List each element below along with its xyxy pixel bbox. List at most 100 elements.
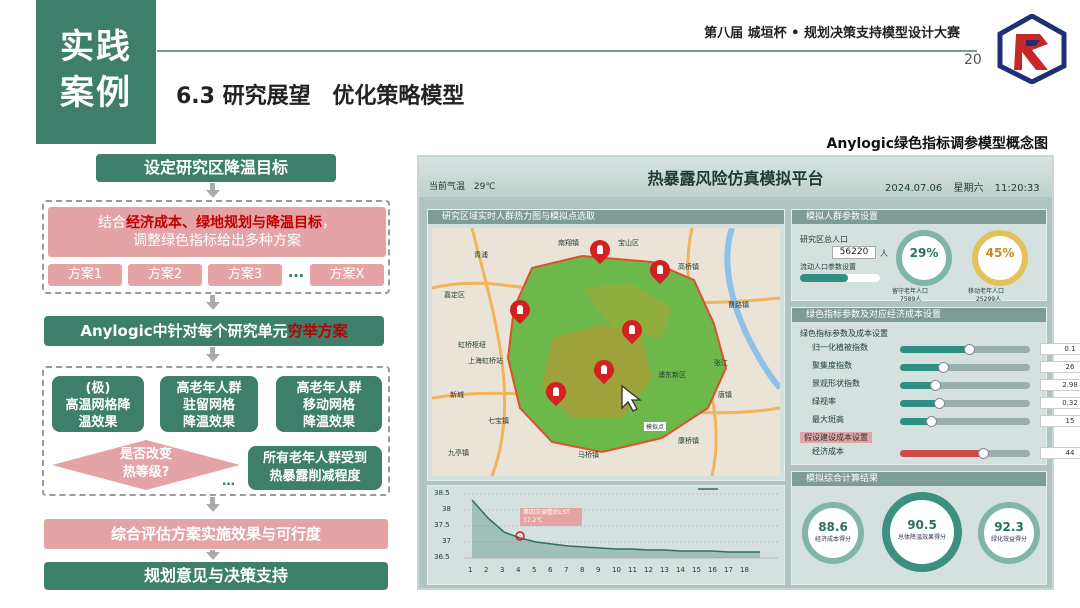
card3-line1: 高老年人群 bbox=[296, 381, 362, 396]
slider-value: 2.98 bbox=[1040, 379, 1080, 391]
slider-knob[interactable] bbox=[930, 380, 941, 391]
slider-track[interactable] bbox=[900, 344, 1030, 355]
y-tick: 36.5 bbox=[434, 553, 450, 561]
step-set-target: 设定研究区降温目标 bbox=[96, 154, 336, 182]
slider-row-max-patch[interactable]: 最大斑高 15 bbox=[812, 414, 1080, 428]
slider-row-ndvi[interactable]: 归一化植被指数 0.1 bbox=[812, 342, 1080, 356]
x-tick: 11 bbox=[628, 566, 637, 574]
temp-value: 29℃ bbox=[473, 182, 496, 192]
stay-elderly-gauge: 29% bbox=[896, 230, 952, 286]
page-title: 6.3 研究展望 优化策略模型 bbox=[176, 78, 464, 110]
x-tick: 2 bbox=[484, 566, 489, 574]
slider-knob[interactable] bbox=[926, 416, 937, 427]
card-move-grid: 高老年人群 移动网格 降温效果 bbox=[276, 376, 382, 432]
slider-row-shape[interactable]: 景观形状指数 2.98 bbox=[812, 378, 1080, 392]
gauge2-value: 45% bbox=[985, 246, 1015, 260]
plan-x: 方案X bbox=[310, 264, 384, 286]
date: 2024.07.06 bbox=[885, 183, 943, 194]
map-label: 高桥镇 bbox=[678, 263, 699, 271]
slider-row-aggregation[interactable]: 聚集度指数 26 bbox=[812, 360, 1080, 374]
slider-fill bbox=[900, 346, 970, 353]
x-tick: 14 bbox=[676, 566, 685, 574]
green-subtitle: 绿色指标参数及成本设置 bbox=[800, 329, 888, 338]
plan-1: 方案1 bbox=[48, 264, 122, 286]
mobile-pop-fill bbox=[800, 274, 848, 282]
slider-track[interactable] bbox=[900, 398, 1030, 409]
cursor-icon bbox=[621, 384, 642, 412]
arrow-head bbox=[206, 552, 220, 560]
gauge2-sub: 25299人 bbox=[976, 296, 1002, 303]
x-tick: 6 bbox=[548, 566, 553, 574]
x-tick: 7 bbox=[564, 566, 569, 574]
slider-knob[interactable] bbox=[978, 448, 989, 459]
cost-subtitle: 假设建设成本设置 bbox=[800, 432, 872, 443]
slider-value: 26 bbox=[1040, 361, 1080, 373]
arrow-head bbox=[206, 504, 220, 512]
card1-line3: 温效果 bbox=[78, 415, 118, 430]
plan-2: 方案2 bbox=[128, 264, 202, 286]
slider-knob[interactable] bbox=[964, 344, 975, 355]
result-label: 总体降温效果得分 bbox=[897, 534, 946, 541]
step2-punct: ， bbox=[322, 215, 336, 231]
result-value: 88.6 bbox=[818, 520, 848, 534]
slider-value: 15 bbox=[1040, 415, 1080, 427]
step-enumerate: Anylogic中针对每个研究单元穷举方案 bbox=[44, 316, 384, 346]
time: 11:20:33 bbox=[994, 183, 1040, 194]
map-label: 青浦 bbox=[474, 251, 488, 259]
slider-row-green-view[interactable]: 绿视率 0.32 bbox=[812, 396, 1080, 410]
slider-row-cost[interactable]: 经济成本 44 bbox=[812, 446, 1080, 460]
extent-line1: 所有老年人群受到 bbox=[262, 451, 367, 466]
gauge1-sub: 7589人 bbox=[900, 296, 922, 303]
step2-highlight: 经济成本、绿地规划与降温目标 bbox=[126, 215, 322, 231]
y-tick: 38.5 bbox=[434, 489, 450, 497]
y-tick: 38 bbox=[442, 505, 451, 513]
result-label: 绿化效益得分 bbox=[990, 536, 1027, 543]
x-tick: 9 bbox=[596, 566, 601, 574]
card-stay-grid: 高老年人群 驻留网格 降温效果 bbox=[160, 376, 258, 432]
x-axis: 1 2 3 4 5 6 7 8 9 10 11 12 13 14 15 16 17 18 bbox=[468, 566, 768, 578]
dashboard-header: 热暴露风险仿真模拟平台 当前气温 29℃ 2024.07.06 星期六 11:2… bbox=[419, 157, 1052, 197]
step-decision-support: 规划意见与决策支持 bbox=[44, 562, 388, 590]
x-tick: 3 bbox=[500, 566, 505, 574]
step2-text: 结合 bbox=[98, 215, 126, 231]
plan-3: 方案3 bbox=[208, 264, 282, 286]
x-tick: 16 bbox=[708, 566, 717, 574]
total-pop-input[interactable]: 56220 bbox=[832, 246, 876, 259]
card-high-temp: (极) 高温网格降 温效果 bbox=[52, 376, 144, 432]
x-tick: 10 bbox=[612, 566, 621, 574]
result-panel-title: 模拟综合计算结果 bbox=[792, 472, 1046, 486]
extent-line2: 热暴露削减程度 bbox=[269, 469, 361, 484]
map-panel-title: 研究区域实时人群热力图与模拟点选取 bbox=[428, 210, 784, 224]
mobile-pop-slider[interactable] bbox=[800, 274, 880, 282]
result-value: 92.3 bbox=[994, 520, 1024, 534]
slider-track[interactable] bbox=[900, 448, 1030, 459]
slider-label: 绿视率 bbox=[812, 397, 836, 406]
dashboard-screenshot: 热暴露风险仿真模拟平台 当前气温 29℃ 2024.07.06 星期六 11:2… bbox=[417, 155, 1080, 590]
green-panel-title: 绿色指标参数及对应经济成本设置 bbox=[792, 308, 1046, 322]
map-label: 嘉定区 bbox=[444, 291, 465, 299]
slider-track[interactable] bbox=[900, 380, 1030, 391]
y-tick: 37 bbox=[442, 537, 451, 545]
title-sub: 优化策略模型 bbox=[332, 84, 465, 109]
slider-knob[interactable] bbox=[934, 398, 945, 409]
y-tick: 37.5 bbox=[434, 521, 450, 529]
title-main: 6.3 研究展望 bbox=[176, 84, 311, 109]
slider-track[interactable] bbox=[900, 362, 1030, 373]
slider-track[interactable] bbox=[900, 416, 1030, 427]
result-panel: 模拟综合计算结果 88.6 经济成本得分 90.5 总体降温效果得分 92.3 … bbox=[791, 471, 1047, 585]
heatmap-map bbox=[432, 228, 780, 476]
map-panel: 研究区域实时人群热力图与模拟点选取 青浦 南翔镇 宝山区 高桥镇 曹路镇 虹桥枢… bbox=[427, 209, 785, 481]
section-tag: 实践 案例 bbox=[36, 0, 156, 144]
chart-tooltip: 第四次调整后LST 37.2℃ bbox=[520, 508, 582, 526]
total-pop-label: 研究区总人口 bbox=[800, 235, 848, 244]
step2-line2: 调整绿色指标给出多种方案 bbox=[133, 233, 301, 249]
result-gauge-cooling: 90.5 总体降温效果得分 bbox=[882, 492, 962, 572]
map-label: 马桥镇 bbox=[578, 451, 599, 459]
slider-label: 最大斑高 bbox=[812, 415, 844, 424]
map-label: 上海虹桥站 bbox=[468, 357, 503, 365]
map-label: 张江 bbox=[714, 359, 728, 367]
slider-label: 经济成本 bbox=[812, 447, 844, 456]
x-tick: 5 bbox=[532, 566, 537, 574]
card2-line2: 驻留网格 bbox=[182, 398, 235, 413]
slider-knob[interactable] bbox=[938, 362, 949, 373]
